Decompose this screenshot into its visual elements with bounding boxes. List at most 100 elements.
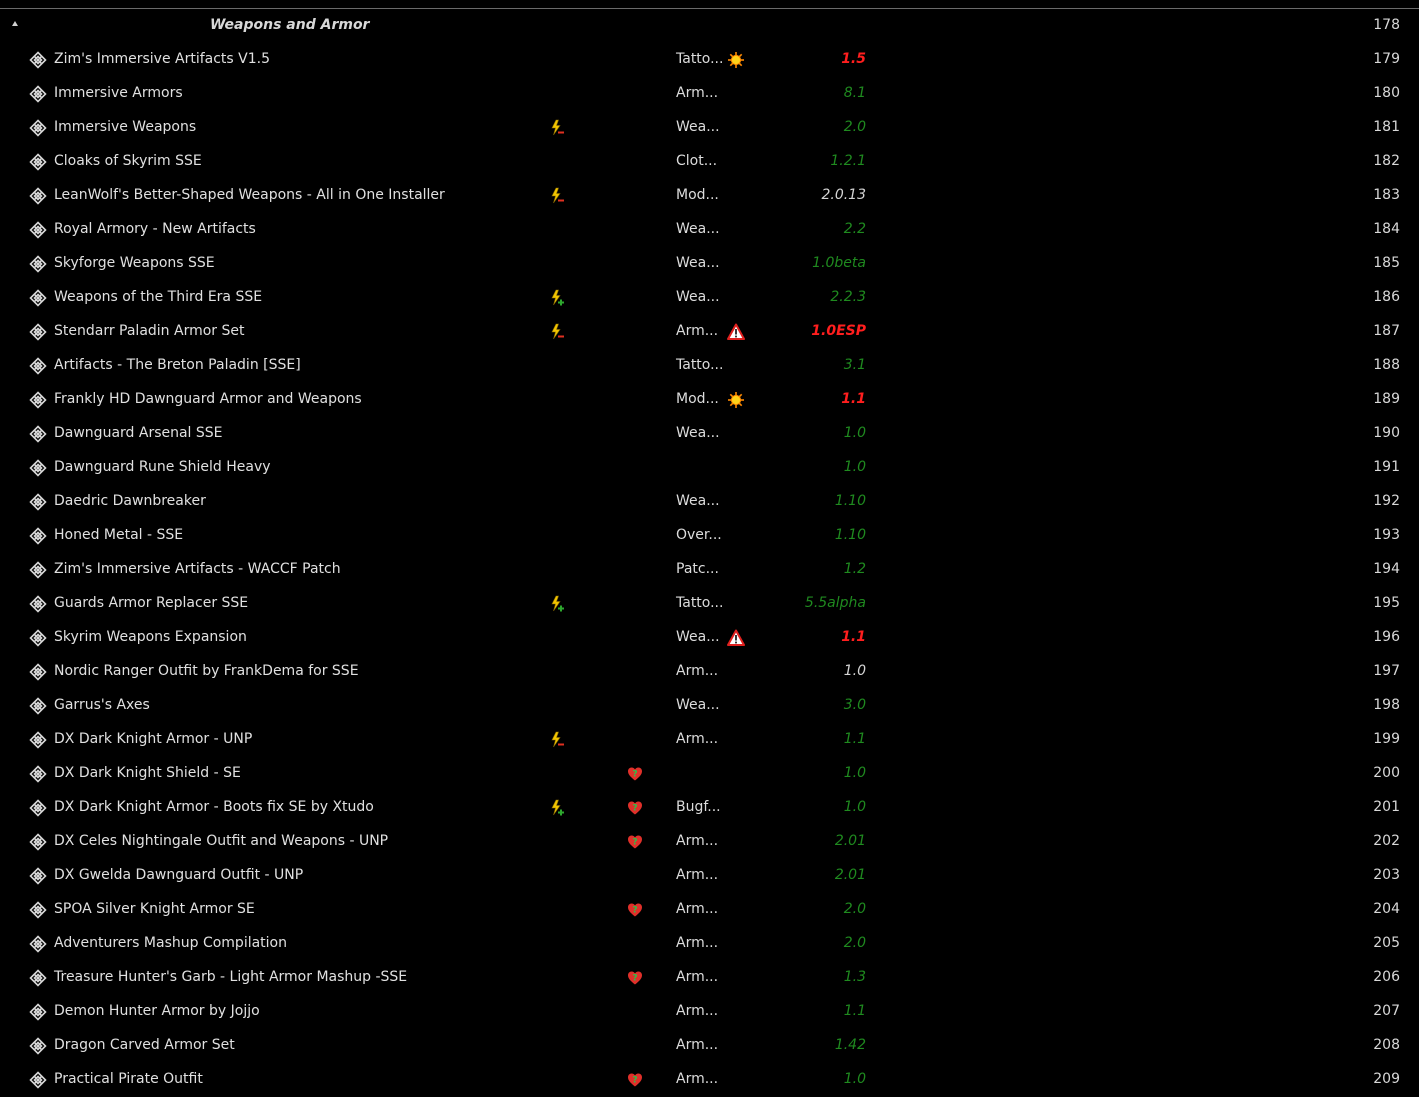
mod-version: 2.0 <box>843 935 866 951</box>
mod-row[interactable]: Royal Armory - New Artifacts Wea... 2.2 184 <box>0 213 1419 247</box>
mod-version: 2.0.13 <box>821 187 866 203</box>
mod-category: Tatto... <box>676 595 724 611</box>
separator-row[interactable]: Weapons and Armor 178 <box>0 9 1419 43</box>
mod-name: DX Dark Knight Shield - SE <box>54 765 241 781</box>
mod-icon <box>29 323 47 341</box>
svg-text:?: ? <box>632 770 637 780</box>
mod-category: Wea... <box>676 697 720 713</box>
mod-priority: 181 <box>1373 119 1400 135</box>
mod-name: Immersive Weapons <box>54 119 197 135</box>
mod-name: Dawnguard Arsenal SSE <box>54 425 223 441</box>
mod-name: Nordic Ranger Outfit by FrankDema for SS… <box>54 663 359 679</box>
mod-category: Arm... <box>676 85 719 101</box>
svg-text:?: ? <box>632 906 637 916</box>
mod-row[interactable]: DX Dark Knight Armor - Boots fix SE by X… <box>0 791 1419 825</box>
mod-row[interactable]: Zim's Immersive Artifacts V1.5 Tatto... 1.… <box>0 43 1419 77</box>
mod-name: Guards Armor Replacer SSE <box>54 595 249 611</box>
mod-icon <box>29 969 47 987</box>
mod-category: Arm... <box>676 1037 719 1053</box>
mod-priority: 191 <box>1373 459 1400 475</box>
lightning-plus-icon <box>549 289 565 306</box>
mod-version: 1.3 <box>843 969 866 985</box>
mod-icon <box>29 119 47 137</box>
mod-row[interactable]: LeanWolf's Better-Shaped Weapons - All i… <box>0 179 1419 213</box>
mod-name: Weapons of the Third Era SSE <box>54 289 263 305</box>
mod-priority: 190 <box>1373 425 1400 441</box>
mod-priority: 187 <box>1373 323 1400 339</box>
mod-version: 8.1 <box>843 85 866 101</box>
mod-row[interactable]: Immersive Armors Arm... 8.1 180 <box>0 77 1419 111</box>
mod-row[interactable]: Dragon Carved Armor Set Arm... 1.42 208 <box>0 1029 1419 1063</box>
separator-title: Weapons and Armor <box>210 17 370 33</box>
mod-row[interactable]: SPOA Silver Knight Armor SE? Arm... 2.0 204 <box>0 893 1419 927</box>
mod-icon <box>29 731 47 749</box>
mod-category: Wea... <box>676 221 720 237</box>
mod-priority: 208 <box>1373 1037 1400 1053</box>
warning-triangle-icon <box>727 323 745 341</box>
mod-row[interactable]: DX Dark Knight Shield - SE? 1.0 200 <box>0 757 1419 791</box>
mod-name: DX Dark Knight Armor - Boots fix SE by X… <box>54 799 374 815</box>
lightning-minus-icon <box>549 323 565 340</box>
mod-priority: 188 <box>1373 357 1400 373</box>
mod-row[interactable]: Guards Armor Replacer SSE Tatto... 5.5alph… <box>0 587 1419 621</box>
mod-category: Clot... <box>676 153 718 169</box>
mod-row[interactable]: Skyforge Weapons SSE Wea... 1.0beta 185 <box>0 247 1419 281</box>
mod-name: Daedric Dawnbreaker <box>54 493 206 509</box>
mod-row[interactable]: Frankly HD Dawnguard Armor and Weapons Mo… <box>0 383 1419 417</box>
mod-row[interactable]: Cloaks of Skyrim SSE Clot... 1.2.1 182 <box>0 145 1419 179</box>
mod-priority: 185 <box>1373 255 1400 271</box>
mod-version: 1.1 <box>841 391 866 407</box>
mod-row[interactable]: Practical Pirate Outfit? Arm... 1.0 209 <box>0 1063 1419 1097</box>
mod-version: 1.0 <box>843 765 866 781</box>
mod-row[interactable]: Artifacts - The Breton Paladin [SSE] Tatt… <box>0 349 1419 383</box>
mod-priority: 209 <box>1373 1071 1400 1087</box>
mod-row[interactable]: Dawnguard Arsenal SSE Wea... 1.0 190 <box>0 417 1419 451</box>
mod-priority: 202 <box>1373 833 1400 849</box>
mod-priority: 179 <box>1373 51 1400 67</box>
mod-category: Tatto... <box>676 357 724 373</box>
mod-priority: 207 <box>1373 1003 1400 1019</box>
mod-name: Skyforge Weapons SSE <box>54 255 215 271</box>
mod-row[interactable]: Honed Metal - SSE Over... 1.10 193 <box>0 519 1419 553</box>
mod-name: Immersive Armors <box>54 85 183 101</box>
mod-version: 1.1 <box>843 1003 866 1019</box>
mod-row[interactable]: Demon Hunter Armor by Jojjo Arm... 1.1 207 <box>0 995 1419 1029</box>
mod-row[interactable]: Dawnguard Rune Shield Heavy 1.0 191 <box>0 451 1419 485</box>
mod-name: Skyrim Weapons Expansion <box>54 629 247 645</box>
mod-row[interactable]: Treasure Hunter's Garb - Light Armor Mas… <box>0 961 1419 995</box>
mod-version: 1.0 <box>843 799 866 815</box>
mod-version: 1.1 <box>843 731 866 747</box>
mod-icon <box>29 833 47 851</box>
mod-name: LeanWolf's Better-Shaped Weapons - All i… <box>54 187 445 203</box>
mod-priority: 192 <box>1373 493 1400 509</box>
mod-row[interactable]: Nordic Ranger Outfit by FrankDema for SS… <box>0 655 1419 689</box>
mod-row[interactable]: Skyrim Weapons Expansion Wea... 1.1 196 <box>0 621 1419 655</box>
mod-row[interactable]: Zim's Immersive Artifacts - WACCF Patch P… <box>0 553 1419 587</box>
heart-question-icon: ? <box>627 834 643 850</box>
mod-category: Wea... <box>676 493 720 509</box>
mod-priority: 205 <box>1373 935 1400 951</box>
mod-row[interactable]: DX Dark Knight Armor - UNP Arm... 1.1 199 <box>0 723 1419 757</box>
mod-row[interactable]: Weapons of the Third Era SSE Wea... 2.2.3 1… <box>0 281 1419 315</box>
mod-version: 2.0 <box>843 901 866 917</box>
collapse-triangle-icon[interactable] <box>12 21 18 26</box>
heart-question-icon: ? <box>627 1072 643 1088</box>
mod-priority: 195 <box>1373 595 1400 611</box>
mod-row[interactable]: Garrus's Axes Wea... 3.0 198 <box>0 689 1419 723</box>
mod-name: Cloaks of Skyrim SSE <box>54 153 202 169</box>
mod-icon <box>29 459 47 477</box>
mod-icon <box>29 799 47 817</box>
mod-row[interactable]: DX Celes Nightingale Outfit and Weapons … <box>0 825 1419 859</box>
mod-row[interactable]: Adventurers Mashup Compilation Arm... 2.0 2… <box>0 927 1419 961</box>
mod-version: 1.0 <box>843 1071 866 1087</box>
mod-row[interactable]: Immersive Weapons Wea... 2.0 181 <box>0 111 1419 145</box>
mod-category: Wea... <box>676 425 720 441</box>
warning-triangle-icon <box>727 629 745 647</box>
heart-question-icon: ? <box>627 766 643 782</box>
mod-name: Adventurers Mashup Compilation <box>54 935 287 951</box>
mod-row[interactable]: Daedric Dawnbreaker Wea... 1.10 192 <box>0 485 1419 519</box>
heart-question-icon: ? <box>627 800 643 816</box>
mod-row[interactable]: DX Gwelda Dawnguard Outfit - UNP Arm... 2.… <box>0 859 1419 893</box>
mod-row[interactable]: Stendarr Paladin Armor Set Arm... 1.0ESP 18… <box>0 315 1419 349</box>
mod-name: DX Dark Knight Armor - UNP <box>54 731 253 747</box>
